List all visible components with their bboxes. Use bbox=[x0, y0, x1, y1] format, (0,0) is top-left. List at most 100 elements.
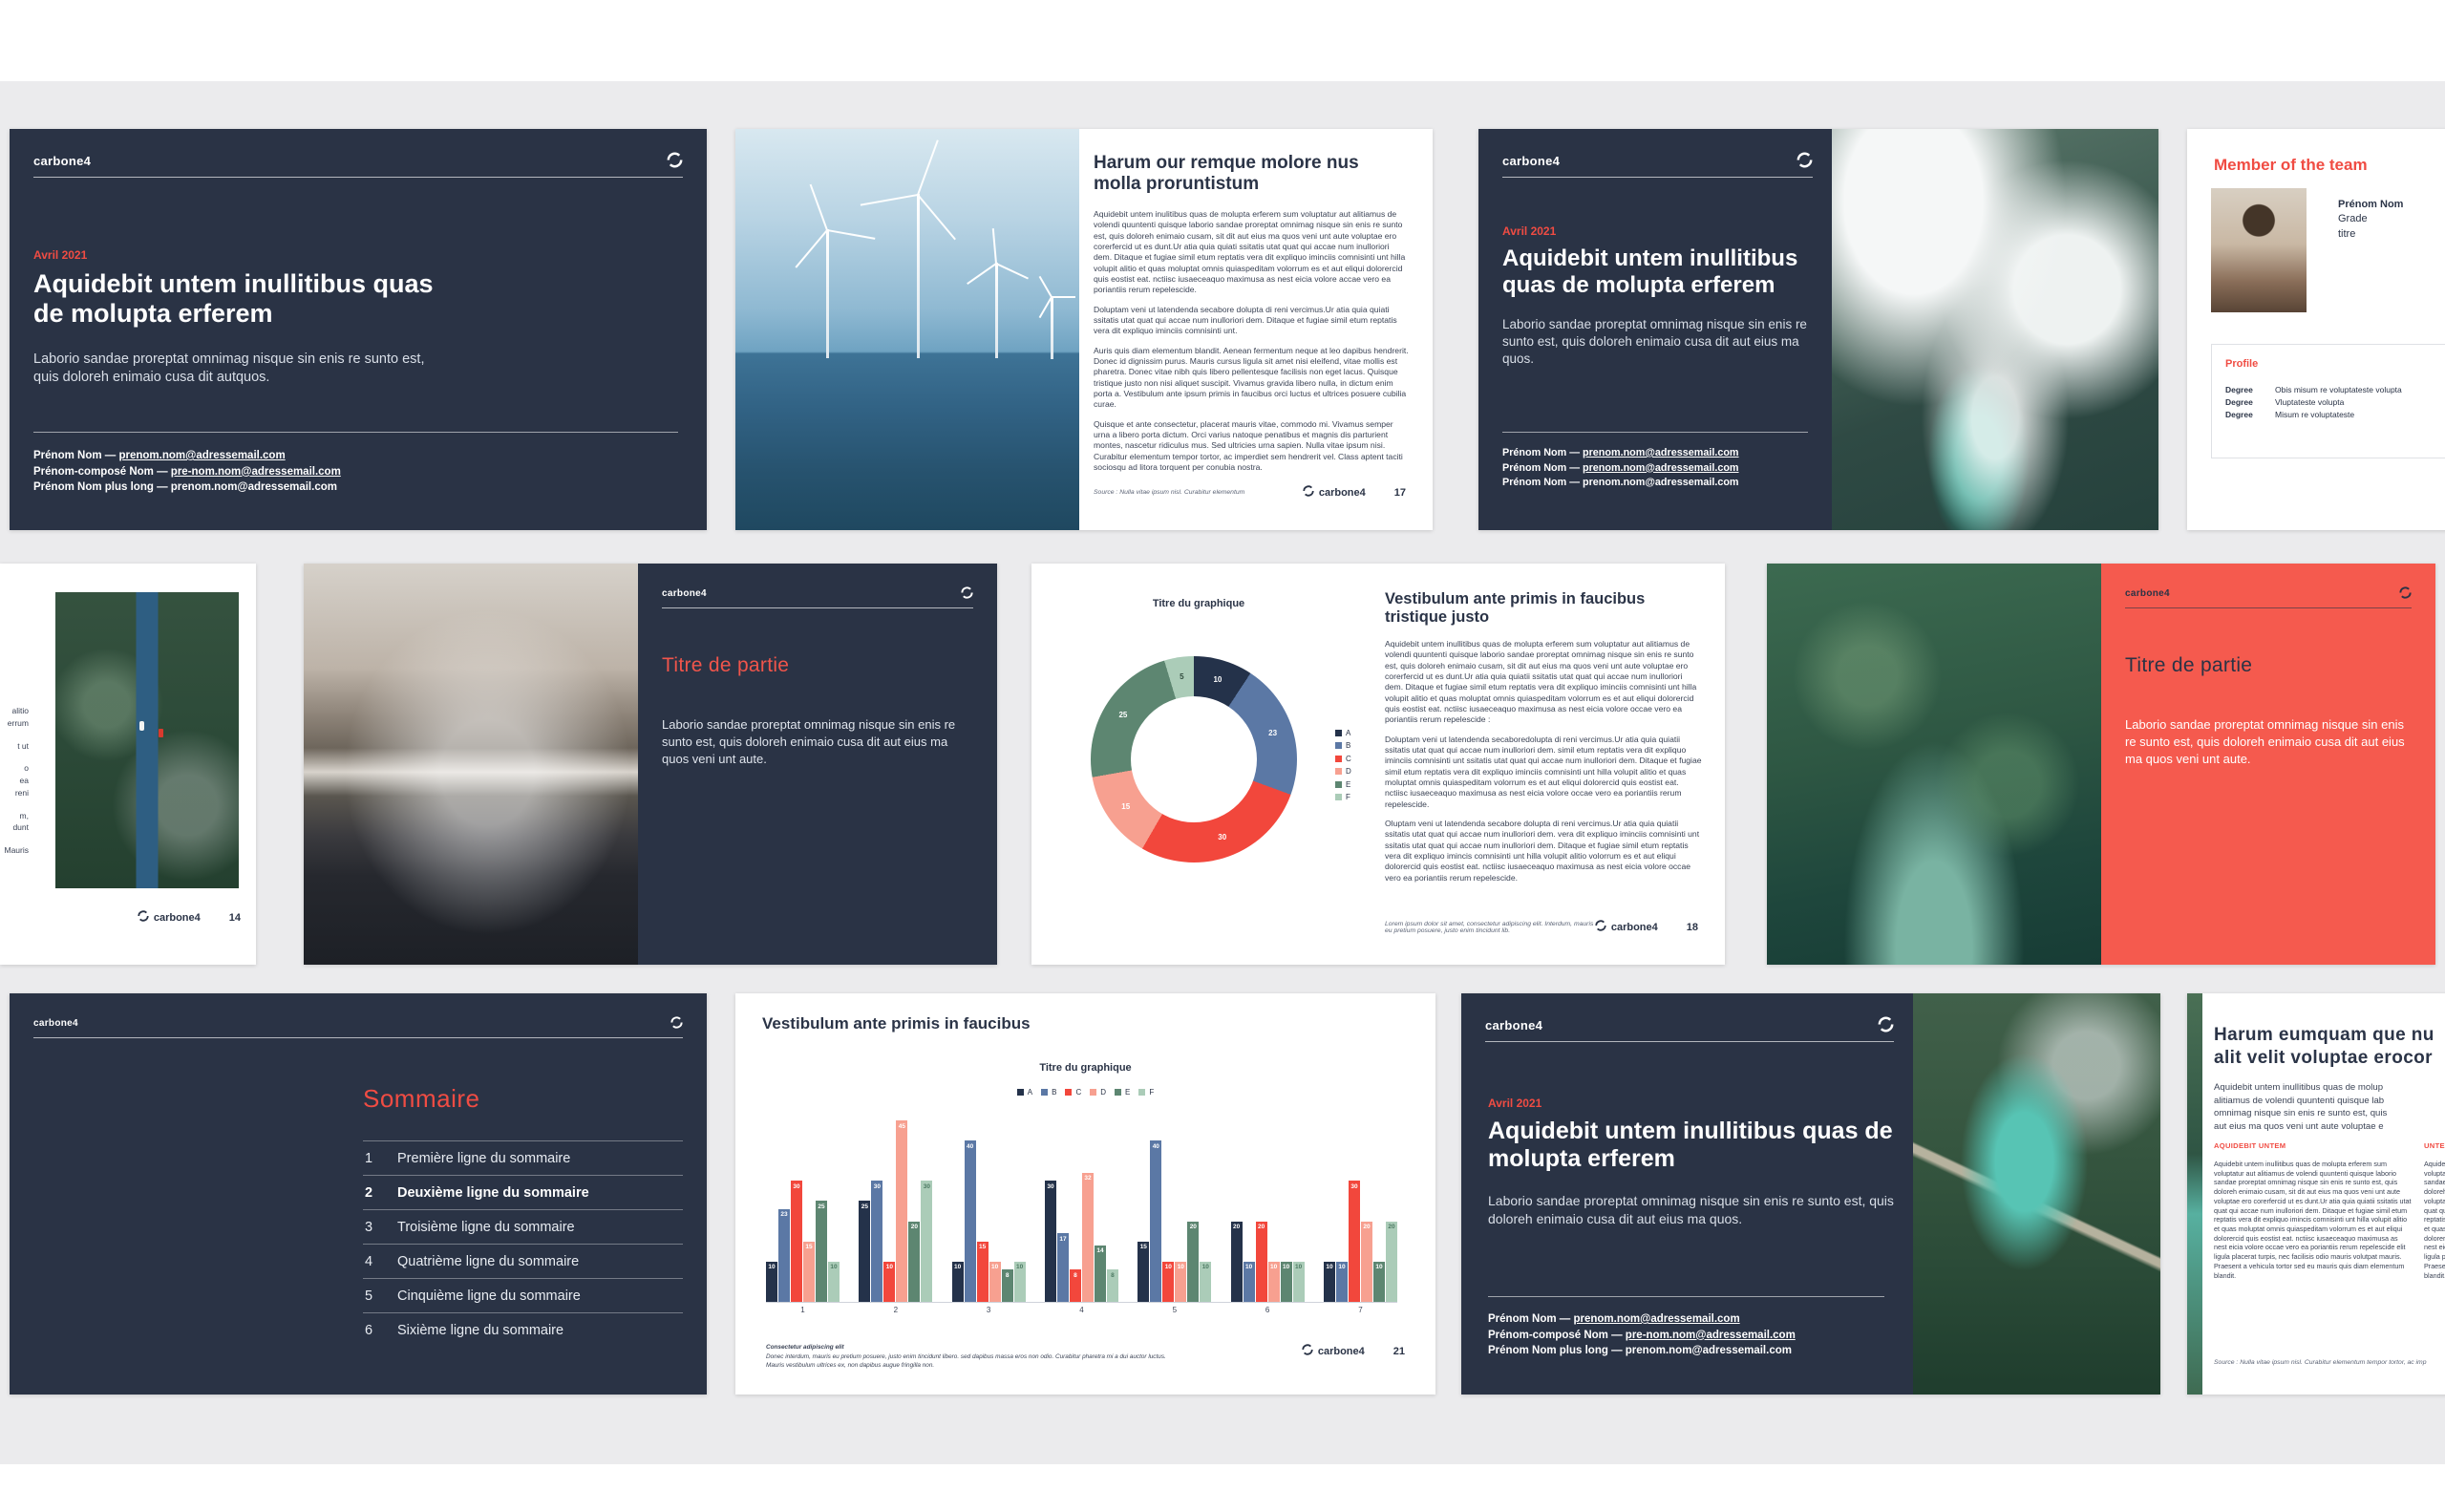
sommaire-item-5[interactable]: 5Cinquième ligne du sommaire bbox=[363, 1279, 683, 1313]
slide-header: carbone4 bbox=[662, 586, 973, 608]
contact-block: Prénom Nom — prenom.nom@adressemail.com … bbox=[1488, 1311, 1796, 1359]
carbone4-swirl-icon bbox=[1595, 920, 1606, 934]
slide-content-image-left[interactable]: Harum our remque molore nus molla prorun… bbox=[735, 129, 1433, 530]
email-link[interactable]: prenom.nom@adressemail.com bbox=[1583, 447, 1739, 458]
contact-row: Prénom Nom — prenom.nom@adressemail.com bbox=[1502, 446, 1739, 461]
slide-part-title-dark[interactable]: carbone4 Titre de partie Laborio sandae … bbox=[304, 564, 997, 965]
sommaire-item-4[interactable]: 4Quatrième ligne du sommaire bbox=[363, 1245, 683, 1279]
contact-row: Prénom Nom plus long — prenom.nom@adress… bbox=[33, 479, 341, 496]
slide-image-page-partial[interactable]: alitioerrumt utoearenim,duntMauris carbo… bbox=[0, 564, 256, 965]
member-name: Prénom Nom bbox=[2338, 198, 2403, 212]
turbine bbox=[995, 263, 998, 358]
carbone4-swirl-icon bbox=[2399, 586, 2412, 599]
email-link[interactable]: prenom.nom@adressemail.com bbox=[1573, 1313, 1739, 1325]
sommaire-item-3[interactable]: 3Troisième ligne du sommaire bbox=[363, 1210, 683, 1245]
source-note: Source : Nulla vitae ipsum nisl. Curabit… bbox=[2214, 1359, 2427, 1366]
profile-row: DegreeObis misum re voluptateste volupta bbox=[2225, 385, 2445, 394]
slide-donut-chart[interactable]: Titre du graphique 10233015255 ABCDEF Ve… bbox=[1031, 564, 1725, 965]
slide-sommaire[interactable]: carbone4 Sommaire 1Première ligne du som… bbox=[10, 993, 707, 1395]
carbone4-swirl-icon bbox=[1302, 1344, 1313, 1358]
column-text: Aquidebit untem inullitibus quas de molu… bbox=[2214, 1160, 2412, 1280]
paragraph: Doluptam veni ut latendenda secabore dol… bbox=[1094, 305, 1409, 337]
page-title: Member of the team bbox=[2214, 156, 2368, 175]
page-number: 17 bbox=[1394, 487, 1406, 499]
slide-bar-chart[interactable]: Vestibulum ante primis in faucibus Titre… bbox=[735, 993, 1435, 1395]
donut-chart bbox=[1091, 656, 1297, 862]
cover-date: Avril 2021 bbox=[33, 248, 454, 262]
footer-brand: carbone4 bbox=[1303, 485, 1366, 500]
chart-footnote: Consectetur adipiscing elit Donec interd… bbox=[766, 1343, 1244, 1371]
chart-title: Titre du graphique bbox=[735, 1062, 1435, 1074]
cover-title: Aquidebit untem inullitibus quas de molu… bbox=[1502, 245, 1810, 299]
donut-legend: ABCDEF bbox=[1335, 724, 1351, 806]
clipped-image-edge bbox=[2187, 993, 2202, 1395]
paragraph: Aquidebit untem inulitibus quas de molup… bbox=[1094, 209, 1409, 296]
email-link[interactable]: prenom.nom@adressemail.com bbox=[1583, 477, 1739, 488]
forest-lake-image bbox=[1767, 564, 2101, 965]
aerial-dam-image bbox=[1913, 993, 2160, 1395]
bar-legend: ABCDEF bbox=[735, 1083, 1435, 1100]
slide-cover-image-right-2[interactable]: carbone4 Avril 2021 Aquidebit untem inul… bbox=[1461, 993, 2160, 1395]
page-title: Vestibulum ante primis in faucibus bbox=[762, 1014, 1031, 1033]
source-note: Source : Nulla vitae ipsum nisl. Curabit… bbox=[1094, 489, 1303, 496]
email-link[interactable]: pre-nom.nom@adressemail.com bbox=[171, 466, 341, 478]
text-column-2: UNTEM Aquidebit untem inullitibus quas d… bbox=[2424, 1141, 2445, 1280]
paragraph: Oluptam veni ut latendenda secabore dolu… bbox=[1385, 819, 1702, 884]
slide-team-member[interactable]: Member of the team Prénom Nom Grade titr… bbox=[2187, 129, 2445, 530]
text-column-1: AQUIDEBIT UNTEM Aquidebit untem inulliti… bbox=[2214, 1141, 2412, 1280]
divider bbox=[33, 432, 678, 433]
page-number: 21 bbox=[1393, 1346, 1405, 1357]
sommaire-item-1[interactable]: 1Première ligne du sommaire bbox=[363, 1141, 683, 1176]
slide-part-title-red[interactable]: carbone4 Titre de partie Laborio sandae … bbox=[1767, 564, 2435, 965]
sommaire-panel: Sommaire 1Première ligne du sommaire 2De… bbox=[363, 1084, 683, 1347]
slide-header: carbone4 bbox=[2125, 586, 2412, 608]
carbone4-swirl-icon bbox=[670, 1016, 683, 1029]
aerial-clouds-image bbox=[1832, 129, 2158, 530]
part-body: Laborio sandae proreptat omnimag nisque … bbox=[662, 716, 977, 768]
brand-logo: carbone4 bbox=[1485, 1018, 1542, 1033]
slide-cover-dark[interactable]: carbone4 Avril 2021 Aquidebit untem inul… bbox=[10, 129, 707, 530]
sommaire-item-6[interactable]: 6Sixième ligne du sommaire bbox=[363, 1313, 683, 1347]
bar-axis-labels: 1234567 bbox=[766, 1306, 1397, 1314]
carbone4-swirl-icon bbox=[1797, 152, 1813, 168]
email-link[interactable]: prenom.nom@adressemail.com bbox=[118, 450, 285, 461]
slide-cover-image-right[interactable]: carbone4 Avril 2021 Aquidebit untem inul… bbox=[1478, 129, 2158, 530]
slide-header: carbone4 bbox=[1485, 1016, 1894, 1042]
email-link[interactable]: prenom.nom@adressemail.com bbox=[1583, 462, 1739, 474]
part-title: Titre de partie bbox=[662, 654, 789, 677]
part-title: Titre de partie bbox=[2125, 654, 2252, 677]
intro-text: Aquidebit untem inullitibus quas de molu… bbox=[2214, 1081, 2387, 1133]
member-photo bbox=[2211, 188, 2307, 312]
slide-footer: carbone4 21 bbox=[1302, 1344, 1405, 1358]
carbone4-swirl-icon bbox=[961, 586, 973, 599]
forest-road-image bbox=[55, 592, 239, 888]
footer-brand: carbone4 bbox=[138, 910, 201, 925]
sommaire-item-2[interactable]: 2Deuxième ligne du sommaire bbox=[363, 1176, 683, 1210]
paragraph: Quisque et ante consectetur, placerat ma… bbox=[1094, 419, 1409, 474]
email-link[interactable]: prenom.nom@adressemail.com bbox=[1626, 1345, 1792, 1356]
part-body: Laborio sandae proreptat omnimag nisque … bbox=[2125, 716, 2416, 768]
contact-block: Prénom Nom — prenom.nom@adressemail.com … bbox=[33, 448, 341, 496]
email-link[interactable]: pre-nom.nom@adressemail.com bbox=[1626, 1330, 1796, 1341]
slide-two-column-text[interactable]: Harum eumquam que nualit velit voluptae … bbox=[2187, 993, 2445, 1395]
cover-title: Aquidebit untem inullitibus quas de molu… bbox=[33, 269, 444, 330]
turbine bbox=[1051, 296, 1053, 359]
turbine bbox=[917, 194, 920, 358]
brand-logo: carbone4 bbox=[33, 1018, 78, 1029]
page-title: Vestibulum ante primis in faucibus trist… bbox=[1385, 590, 1702, 628]
column-heading: UNTEM bbox=[2424, 1141, 2445, 1150]
cover-title: Aquidebit untem inullitibus quas de molu… bbox=[1488, 1118, 1903, 1173]
page-number: 14 bbox=[229, 912, 241, 924]
slide-header: carbone4 bbox=[33, 152, 683, 178]
contact-row: Prénom Nom — prenom.nom@adressemail.com bbox=[1502, 461, 1739, 477]
column-text: Aquidebit untem inullitibus quas de molu… bbox=[2424, 1160, 2445, 1280]
email-link[interactable]: prenom.nom@adressemail.com bbox=[171, 481, 337, 493]
slide-header: carbone4 bbox=[1502, 152, 1813, 178]
contact-row: Prénom Nom — prenom.nom@adressemail.com bbox=[1502, 476, 1739, 491]
contact-row: Prénom Nom — prenom.nom@adressemail.com bbox=[33, 448, 341, 464]
part-title-panel: carbone4 Titre de partie Laborio sandae … bbox=[2101, 564, 2435, 965]
chart-title: Titre du graphique bbox=[1041, 598, 1356, 609]
divider bbox=[1488, 1296, 1884, 1297]
footnote: Lorem ipsum dolor sit amet, consectetur … bbox=[1385, 921, 1595, 934]
cover-date: Avril 2021 bbox=[1502, 224, 1818, 238]
